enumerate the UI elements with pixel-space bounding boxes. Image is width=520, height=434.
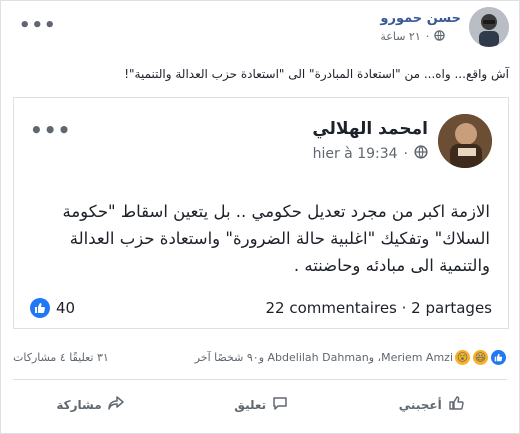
comment-button[interactable]: تعليق [224, 389, 298, 420]
like-reaction-icon [490, 349, 507, 366]
dot-separator: · [403, 146, 408, 162]
like-reaction-icon [30, 298, 50, 318]
share-label: مشاركة [56, 397, 102, 412]
more-options-icon[interactable]: ••• [30, 118, 71, 142]
haha-reaction-icon: 😆 [472, 349, 489, 366]
shared-timestamp[interactable]: hier à 19:34 [313, 146, 398, 162]
wow-reaction-icon: 😮 [454, 349, 471, 366]
shared-post-stats: 40 22 commentaires · 2 partages [30, 298, 492, 318]
dot-separator: · [425, 30, 430, 43]
divider [13, 379, 507, 380]
comment-icon [272, 395, 288, 414]
thumbs-up-icon [448, 395, 464, 414]
outer-post-stats: ٣١ تعليقًا ٤ مشاركات Meriem Amzi، وAbdel… [13, 349, 507, 366]
globe-icon [414, 145, 428, 163]
shared-post-text: الازمة اكبر من مجرد تعديل حكومي .. بل يت… [62, 202, 491, 275]
shared-post-card[interactable]: ••• امحمد الهلالي hier à 19:34 · الازمة … [13, 97, 509, 329]
share-button[interactable]: مشاركة [46, 389, 133, 420]
post-text: آش واقع... واه... من "استعادة المبادرة" … [124, 67, 509, 81]
globe-icon [434, 29, 445, 44]
comment-label: تعليق [234, 397, 267, 412]
outer-post-card: ••• حسن حمورو · ٢١ ساعة آش واقع... واه..… [0, 0, 520, 434]
post-actions-bar: مشاركة تعليق أعجبني [1, 389, 519, 420]
share-icon [107, 396, 124, 413]
shared-post-header: امحمد الهلالي hier à 19:34 · [312, 114, 492, 168]
more-options-icon[interactable]: ••• [19, 15, 57, 36]
avatar[interactable] [469, 7, 509, 47]
post-author-name[interactable]: حسن حمورو [380, 11, 461, 26]
shared-author-name[interactable]: امحمد الهلالي [312, 119, 428, 139]
like-label: أعجبني [398, 397, 442, 412]
reactors-list[interactable]: Meriem Amzi، وAbdelilah Dahman و٩٠ شخصًا… [195, 351, 453, 364]
comments-shares-count[interactable]: 22 commentaires · 2 partages [266, 299, 493, 317]
post-timestamp[interactable]: ٢١ ساعة [380, 30, 420, 43]
avatar[interactable] [438, 114, 492, 168]
comments-shares-count[interactable]: ٣١ تعليقًا ٤ مشاركات [13, 351, 109, 364]
like-button[interactable]: أعجبني [389, 389, 474, 420]
outer-post-header: حسن حمورو · ٢١ ساعة [380, 7, 509, 47]
like-count[interactable]: 40 [56, 299, 75, 317]
